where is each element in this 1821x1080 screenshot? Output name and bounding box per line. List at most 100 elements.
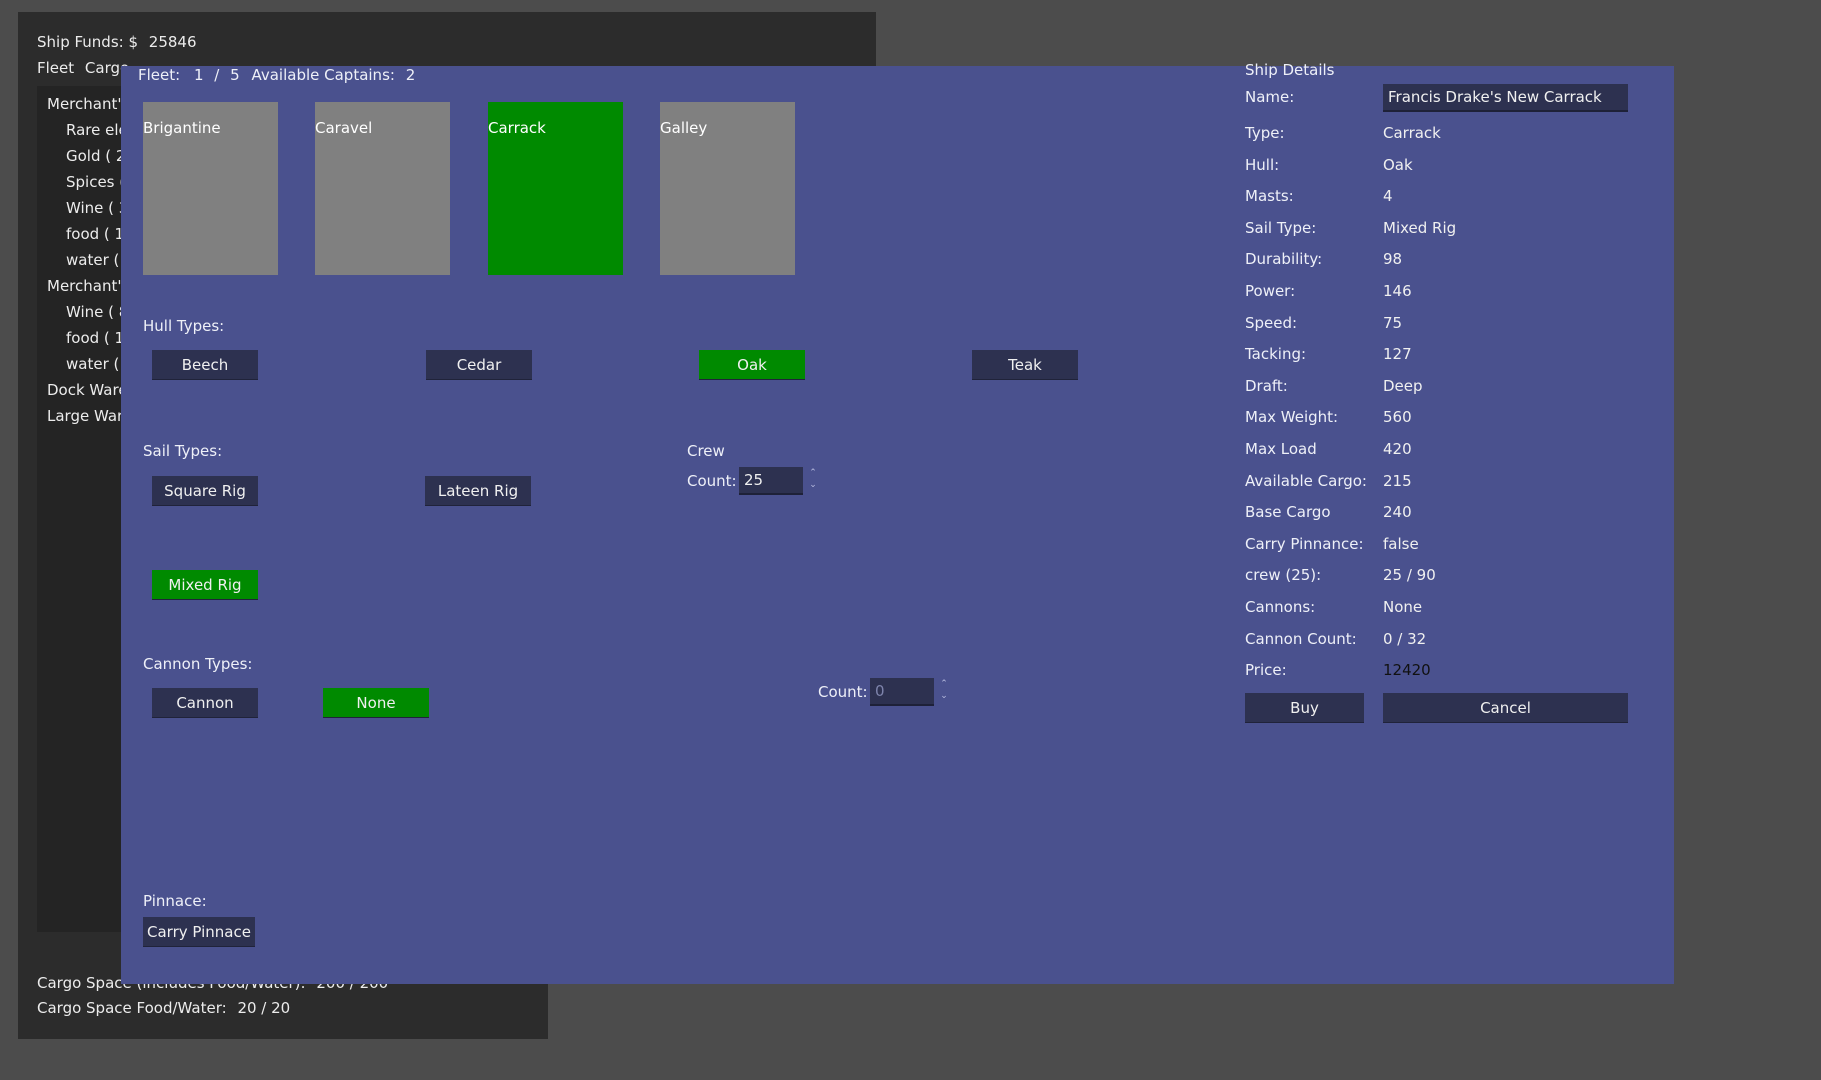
captains-label: Available Captains: <box>251 66 395 84</box>
detail-value: 12420 <box>1383 661 1431 680</box>
tree-item[interactable]: Dock Ware <box>47 381 128 399</box>
detail-label: Base Cargo <box>1245 503 1331 522</box>
detail-value: false <box>1383 534 1419 553</box>
sail-types-label: Sail Types: <box>143 442 223 460</box>
detail-value: 25 / 90 <box>1383 566 1436 585</box>
hull-oak-button[interactable]: Oak <box>699 350 805 379</box>
cannon-type-none-button[interactable]: None <box>323 688 429 717</box>
detail-value: 240 <box>1383 503 1412 522</box>
detail-label: Max Load <box>1245 440 1317 458</box>
detail-value: Mixed Rig <box>1383 218 1457 237</box>
hull-types-label: Hull Types: <box>143 317 225 335</box>
detail-label: Hull: <box>1245 155 1280 174</box>
detail-label: Available Cargo: <box>1245 471 1367 490</box>
ship-type-card-carrack[interactable]: Carrack <box>488 102 623 275</box>
tree-item[interactable]: Merchant' <box>47 95 121 113</box>
detail-value: Deep <box>1383 376 1423 395</box>
cargo-food-value: 20 / 20 <box>237 999 291 1017</box>
tree-item[interactable]: Rare ele <box>66 121 128 139</box>
tree-item[interactable]: Wine ( 8 <box>66 303 128 321</box>
detail-label: Type: <box>1245 124 1285 142</box>
detail-value: Carrack <box>1383 124 1441 142</box>
chevron-up-icon[interactable]: ⌃ <box>939 678 949 690</box>
fleet-max: 5 <box>230 66 240 84</box>
cargo-space-food-water: Cargo Space Food/Water: 20 / 20 <box>37 999 290 1017</box>
detail-label: Draft: <box>1245 376 1288 395</box>
tree-item[interactable]: Merchant' <box>47 277 121 295</box>
crew-count-input[interactable]: 25 <box>739 467 803 495</box>
ship-funds-value: 25846 <box>148 33 197 51</box>
ship-type-label: Galley <box>660 119 708 137</box>
ship-type-label: Carrack <box>488 119 546 137</box>
chevron-down-icon[interactable]: ⌄ <box>808 479 818 491</box>
tree-item[interactable]: food ( 1 <box>66 329 124 347</box>
detail-value: 75 <box>1383 313 1403 332</box>
ship-type-card-brigantine[interactable]: Brigantine <box>143 102 278 275</box>
cannon-count-input[interactable]: 0 <box>870 678 934 706</box>
tree-item[interactable]: food ( 1 <box>66 225 124 243</box>
tab-fleet[interactable]: Fleet <box>37 59 74 77</box>
hull-teak-button[interactable]: Teak <box>972 350 1078 379</box>
cannon-count-stepper[interactable]: ⌃ ⌄ <box>939 678 949 704</box>
ship-type-card-caravel[interactable]: Caravel <box>315 102 450 275</box>
ship-type-card-galley[interactable]: Galley <box>660 102 795 275</box>
detail-label: crew (25): <box>1245 566 1322 585</box>
cancel-button[interactable]: Cancel <box>1383 693 1628 722</box>
cannon-types-label: Cannon Types: <box>143 655 253 673</box>
ship-name-label: Name: <box>1245 88 1295 106</box>
hull-beech-button[interactable]: Beech <box>152 350 258 379</box>
tree-item[interactable]: Spices ( <box>66 173 125 191</box>
sail-mixed-rig-button[interactable]: Mixed Rig <box>152 570 258 599</box>
ship-details-title: Ship Details <box>1245 61 1335 79</box>
tree-item[interactable]: Gold ( 2 <box>66 147 125 165</box>
chevron-down-icon[interactable]: ⌄ <box>939 690 949 702</box>
detail-label: Carry Pinnance: <box>1245 534 1364 553</box>
ship-type-label: Caravel <box>315 119 373 137</box>
detail-value: 420 <box>1383 440 1412 458</box>
ship-type-label: Brigantine <box>143 119 221 137</box>
ship-builder-dialog: Fleet: 1 / 5 Available Captains: 2 Briga… <box>121 61 1674 984</box>
detail-value: Oak <box>1383 155 1413 174</box>
fleet-separator: / <box>214 66 220 84</box>
detail-label: Speed: <box>1245 313 1298 332</box>
crew-count-stepper[interactable]: ⌃ ⌄ <box>808 467 818 493</box>
crew-label: Crew <box>687 442 725 460</box>
buy-button[interactable]: Buy <box>1245 693 1364 722</box>
detail-value: None <box>1383 598 1423 616</box>
detail-label: Price: <box>1245 661 1287 680</box>
pinnace-label: Pinnace: <box>143 892 207 910</box>
detail-value: 4 <box>1383 187 1393 206</box>
crew-count-label: Count: <box>687 472 737 490</box>
detail-value: 127 <box>1383 345 1412 364</box>
detail-label: Masts: <box>1245 187 1294 206</box>
detail-label: Power: <box>1245 282 1296 300</box>
detail-label: Max Weight: <box>1245 408 1339 427</box>
carry-pinnace-button[interactable]: Carry Pinnace <box>143 917 255 946</box>
tree-item[interactable]: Large War <box>47 407 123 425</box>
cannon-count-label: Count: <box>818 683 868 701</box>
detail-value: 215 <box>1383 471 1412 490</box>
fleet-current: 1 <box>193 66 204 84</box>
tree-item[interactable]: water ( <box>66 251 119 269</box>
detail-label: Cannon Count: <box>1245 629 1357 648</box>
sail-lateen-rig-button[interactable]: Lateen Rig <box>425 476 531 505</box>
sail-square-rig-button[interactable]: Square Rig <box>152 476 258 505</box>
ship-funds: Ship Funds: $ 25846 <box>37 33 197 51</box>
detail-value: 146 <box>1383 282 1412 300</box>
chevron-up-icon[interactable]: ⌃ <box>808 467 818 479</box>
captains-value: 2 <box>405 66 416 84</box>
tree-item[interactable]: Wine ( 3 <box>66 199 128 217</box>
tree-item[interactable]: water ( <box>66 355 119 373</box>
detail-label: Cannons: <box>1245 598 1316 616</box>
detail-label: Durability: <box>1245 250 1323 269</box>
detail-value: 560 <box>1383 408 1412 427</box>
detail-label: Tacking: <box>1245 345 1307 364</box>
cannon-type-cannon-button[interactable]: Cannon <box>152 688 258 717</box>
hull-cedar-button[interactable]: Cedar <box>426 350 532 379</box>
detail-label: Sail Type: <box>1245 218 1317 237</box>
ship-name-input[interactable]: Francis Drake's New Carrack <box>1383 84 1628 112</box>
background-tabs: Fleet Cargo <box>37 59 129 77</box>
detail-value: 0 / 32 <box>1383 629 1427 648</box>
fleet-status: Fleet: 1 / 5 Available Captains: 2 <box>138 66 415 84</box>
fleet-label: Fleet: <box>138 66 181 84</box>
